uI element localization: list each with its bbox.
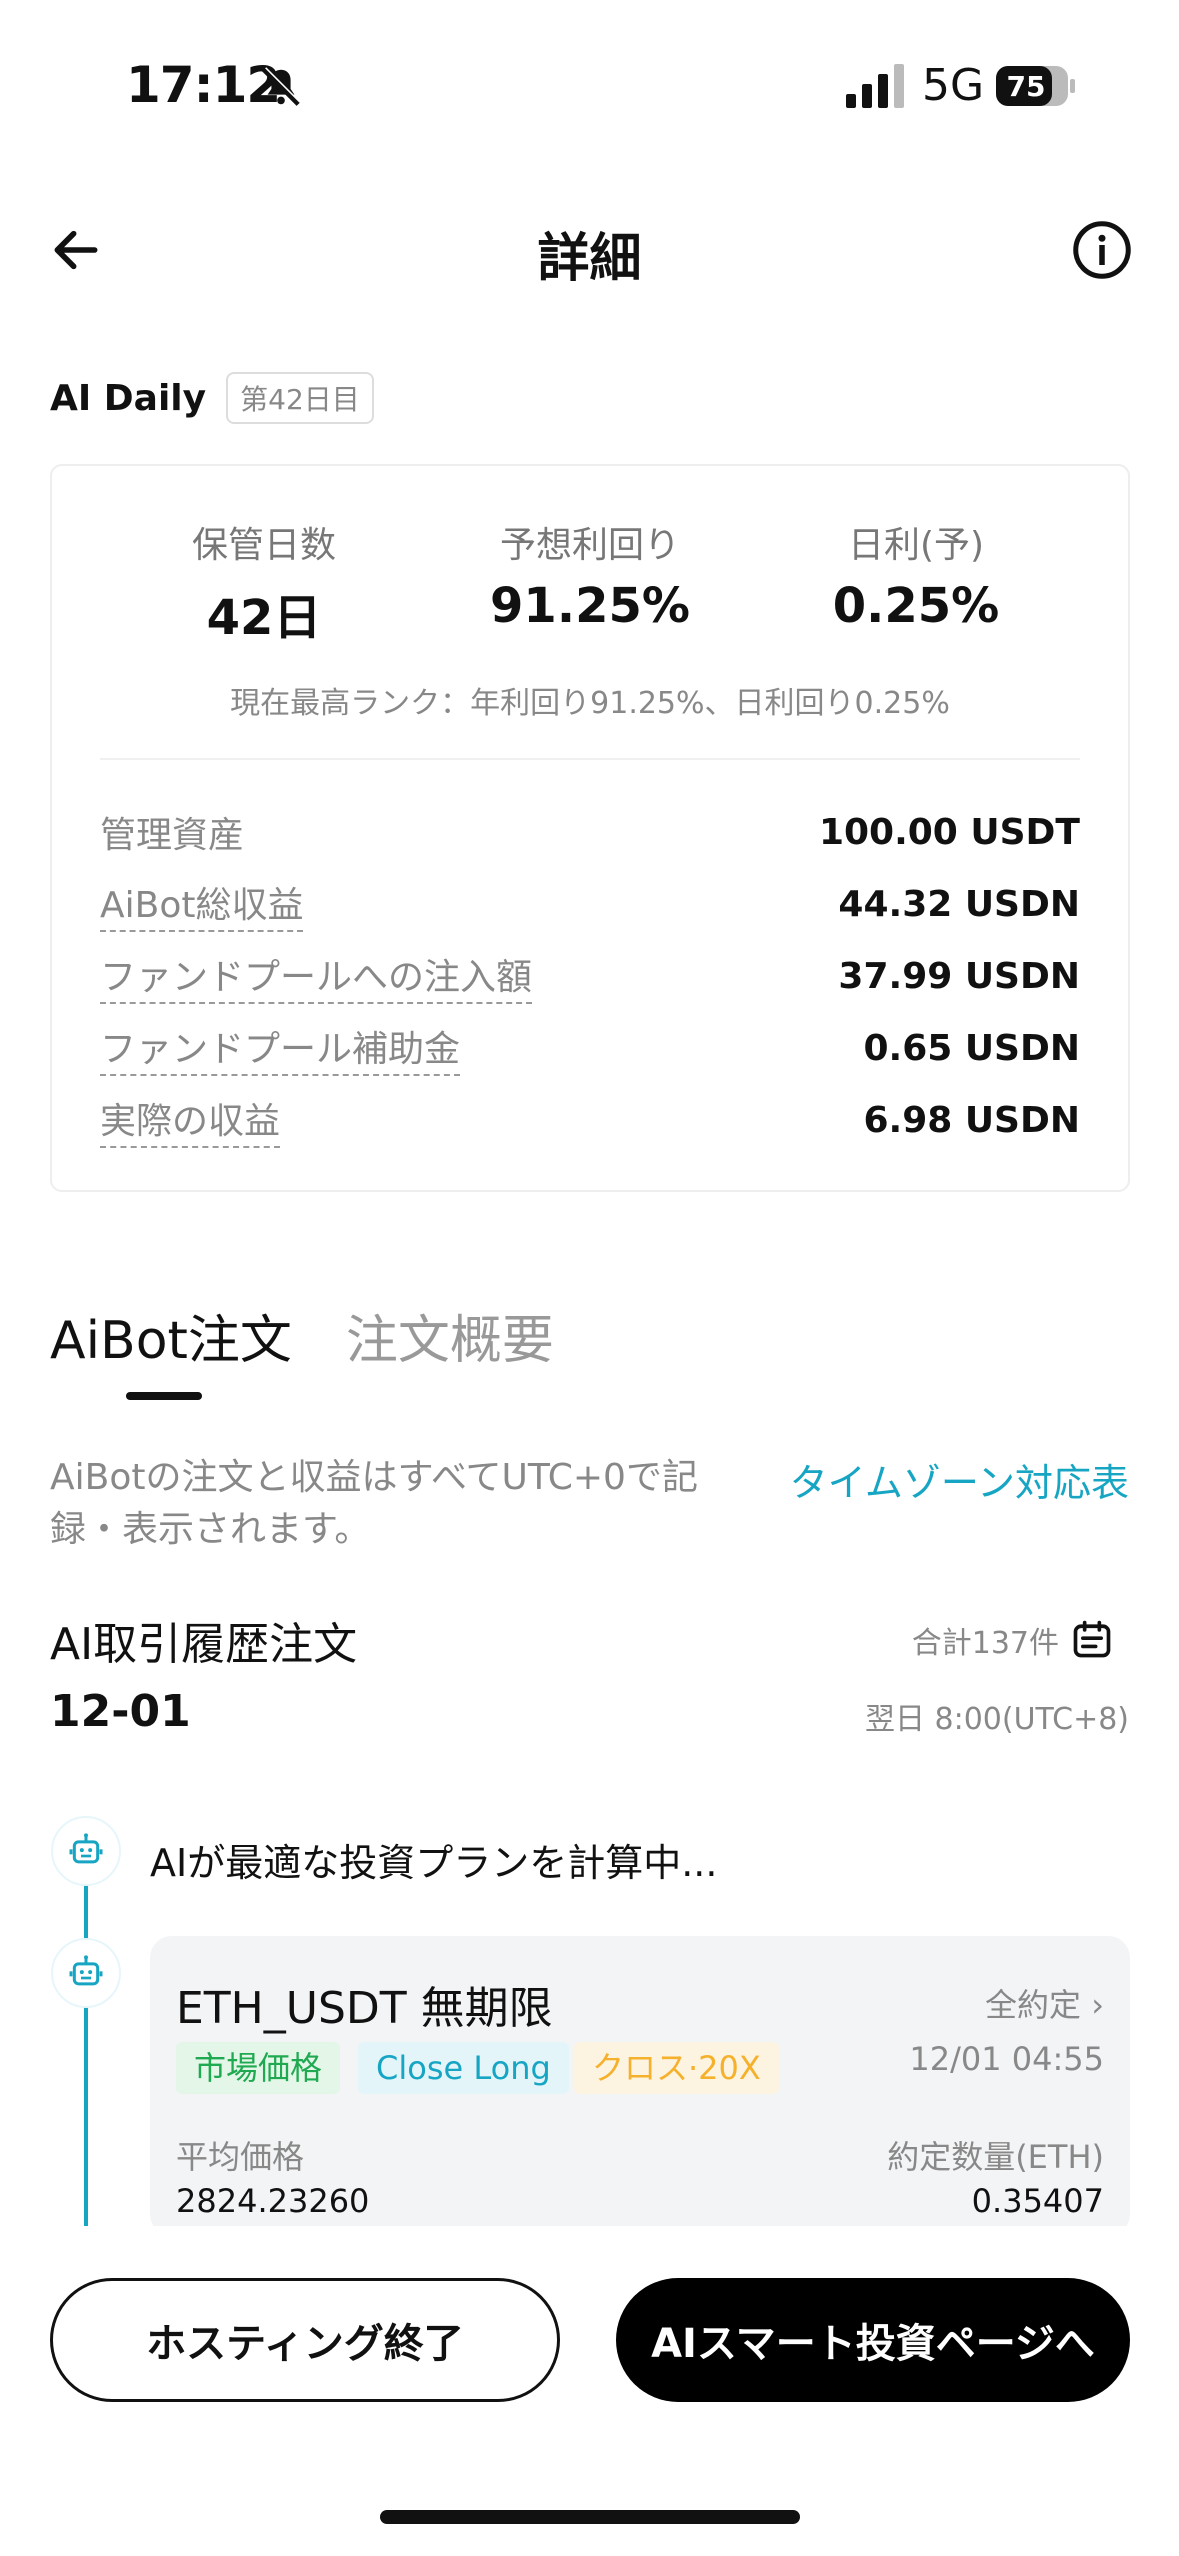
network-type: 5G: [922, 60, 985, 111]
order-symbol: ETH_USDT 無期限: [176, 1983, 553, 2034]
row-label[interactable]: ファンドプールへの注入額: [100, 948, 533, 1004]
stat-value: 42日: [206, 590, 322, 646]
page-title: 詳細: [537, 229, 642, 289]
row-label[interactable]: AiBot総収益: [100, 876, 304, 932]
tabs: AiBot注文 注文概要: [50, 1298, 608, 1373]
summary-card: 保管日数 42日 予想利回り 91.25% 日利(予) 0.25% 現在最高ラン…: [50, 464, 1130, 1192]
filled-qty-value: 0.35407: [971, 2182, 1104, 2220]
robot-icon: [51, 1938, 121, 2008]
tab-order-summary[interactable]: 注文概要: [346, 1298, 554, 1373]
summary-rows: 管理資産 100.00 USDT AiBot総収益 44.32 USDN ファン…: [100, 796, 1080, 1156]
end-hosting-button[interactable]: ホスティング終了: [50, 2278, 560, 2402]
stat-holding-days: 保管日数 42日: [114, 516, 414, 648]
history-title: AI取引履歴注文: [50, 1619, 358, 1670]
summary-row-managed-assets: 管理資産 100.00 USDT: [100, 796, 1080, 868]
tab-aibot-orders[interactable]: AiBot注文: [50, 1298, 292, 1373]
tag-close-long: Close Long: [358, 2042, 569, 2094]
active-tab-indicator: [126, 1392, 202, 1400]
battery-icon: 75: [996, 66, 1075, 106]
ai-daily-label: AI Daily: [50, 377, 207, 419]
bell-muted-icon: [262, 67, 301, 106]
header: 詳細: [0, 200, 1179, 300]
home-indicator: [380, 2510, 800, 2524]
row-label[interactable]: 実際の収益: [100, 1092, 281, 1148]
summary-row-fund-subsidy: ファンドプール補助金 0.65 USDN: [100, 1012, 1080, 1084]
summary-row-actual-profit: 実際の収益 6.98 USDN: [100, 1084, 1080, 1156]
ai-daily-header: AI Daily 第42日目: [50, 372, 374, 424]
stat-value: 91.25%: [490, 578, 690, 634]
stat-value: 0.25%: [832, 578, 1000, 634]
order-status-label: 全約定: [985, 1986, 1082, 2024]
divider: [100, 758, 1080, 760]
order-status[interactable]: 全約定 ›: [985, 1980, 1104, 2026]
signal-icon: [846, 64, 904, 108]
filled-qty-label: 約定数量(ETH): [887, 2138, 1104, 2176]
battery-level: 75: [1007, 70, 1046, 103]
row-value: 44.32 USDN: [838, 883, 1080, 925]
summary-row-fund-injection: ファンドプールへの注入額 37.99 USDN: [100, 940, 1080, 1012]
timezone-table-link[interactable]: タイムゾーン対応表: [790, 1452, 1129, 1507]
timeline-line: [84, 1880, 88, 2230]
tag-market-price: 市場価格: [176, 2042, 341, 2094]
calculating-text: AIが最適な投資プランを計算中...: [150, 1841, 718, 1885]
utc-notice: AiBotの注文と収益はすべてUTC+0で記録・表示されます。: [50, 1457, 698, 1550]
row-label[interactable]: ファンドプール補助金: [100, 1020, 461, 1076]
tag-cross-leverage: クロス·20X: [574, 2042, 779, 2094]
chevron-right-icon: ›: [1091, 1986, 1104, 2024]
info-icon[interactable]: [1072, 220, 1132, 280]
history-count: 合計137件: [911, 1626, 1059, 1661]
avg-price-label: 平均価格: [176, 2138, 305, 2176]
stat-label: 日利(予): [847, 525, 985, 566]
row-value: 100.00 USDT: [818, 811, 1080, 853]
row-value: 6.98 USDN: [863, 1099, 1080, 1141]
bottom-action-bar: ホスティング終了 AIスマート投資ページへ: [0, 2226, 1179, 2556]
order-time: 12/01 04:55: [909, 2040, 1104, 2078]
avg-price-value: 2824.23260: [176, 2182, 370, 2220]
go-ai-investment-button[interactable]: AIスマート投資ページへ: [616, 2278, 1130, 2402]
status-bar: 17:12 5G 75: [0, 0, 1179, 170]
history-date: 12-01: [50, 1686, 191, 1737]
rank-note: 現在最高ランク：年利回り91.25%、日利回り0.25%: [230, 686, 950, 721]
row-value: 37.99 USDN: [838, 955, 1080, 997]
row-label: 管理資産: [100, 815, 245, 856]
stat-label: 予想利回り: [499, 525, 680, 566]
day-badge: 第42日目: [226, 372, 374, 424]
robot-icon: [51, 1816, 121, 1886]
stat-expected-yield: 予想利回り 91.25%: [440, 516, 740, 634]
next-update-time: 翌日 8:00(UTC+8): [864, 1702, 1129, 1737]
row-value: 0.65 USDN: [863, 1027, 1080, 1069]
summary-row-total-profit: AiBot総収益 44.32 USDN: [100, 868, 1080, 940]
calendar-icon[interactable]: [1070, 1618, 1114, 1662]
stat-label: 保管日数: [191, 525, 336, 566]
stat-daily-yield: 日利(予) 0.25%: [766, 516, 1066, 634]
order-card[interactable]: ETH_USDT 無期限 全約定 › 12/01 04:55 市場価格 Clos…: [150, 1936, 1130, 2236]
